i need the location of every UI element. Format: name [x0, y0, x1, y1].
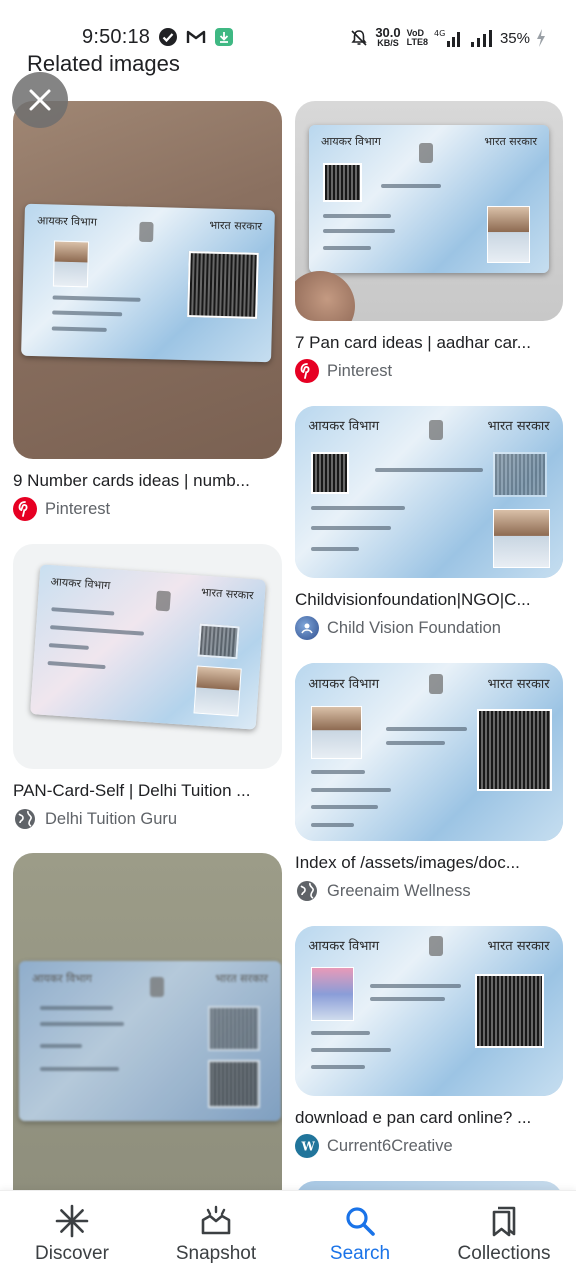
child-vision-logo-icon: [295, 616, 319, 640]
result-image[interactable]: आयकर विभाग भारत सरकार: [295, 406, 563, 578]
result-title[interactable]: download e pan card online? ...: [295, 1108, 563, 1128]
pan-card-image: आयकर विभाग भारत सरकार: [295, 663, 563, 841]
status-right: 30.0 KB/S VoD LTE8 4G 35%: [349, 25, 546, 48]
asterisk-icon: [55, 1203, 89, 1239]
volte-indicator: VoD LTE8: [407, 29, 428, 47]
pan-left-header: आयकर विभाग: [308, 419, 380, 435]
pan-card-image: आयकर विभाग भारत सरकार: [295, 406, 563, 578]
result-source[interactable]: Greenaim Wellness: [295, 879, 563, 903]
svg-text:4G: 4G: [434, 29, 445, 38]
nav-label: Collections: [457, 1243, 551, 1264]
nav-snapshot[interactable]: Snapshot: [146, 1203, 286, 1265]
pan-left-header: आयकर विभाग: [32, 971, 92, 985]
wordpress-icon: W: [295, 1134, 319, 1158]
source-name: Current6Creative: [327, 1136, 453, 1155]
result-title[interactable]: 7 Pan card ideas | aadhar car...: [295, 333, 563, 353]
result-source[interactable]: Pinterest: [13, 497, 282, 521]
bottom-nav: Discover Snapshot Search Collections: [0, 1190, 576, 1280]
pan-left-header: आयकर विभाग: [36, 214, 98, 229]
pan-card-image: आयकर विभाग भारत सरकार: [30, 564, 266, 730]
volte-bottom: LTE8: [406, 37, 428, 47]
result-card[interactable]: आयकर विभाग भारत सरकार Childvisionfoundat…: [295, 406, 563, 640]
result-card[interactable]: आयकर विभाग भारत सरकार PAN-Card-Self | De…: [13, 544, 282, 831]
result-title[interactable]: 9 Number cards ideas | numb...: [13, 471, 282, 491]
globe-icon: [13, 807, 37, 831]
globe-icon: [295, 879, 319, 903]
source-name: Delhi Tuition Guru: [45, 809, 178, 828]
signal-4g-icon: 4G: [434, 28, 464, 48]
network-speed: 30.0 KB/S: [375, 25, 401, 48]
pan-right-header: भारत सरकार: [215, 971, 268, 985]
speed-value: 30.0: [375, 25, 401, 40]
result-card[interactable]: आयकर विभाग भारत सरकार: [13, 853, 282, 1213]
pan-right-header: भारत सरकार: [487, 676, 550, 692]
result-source[interactable]: Delhi Tuition Guru: [13, 807, 282, 831]
pinterest-icon: [295, 359, 319, 383]
pan-right-header: भारत सरकार: [487, 419, 550, 435]
battery-level: 35%: [499, 29, 530, 47]
result-image[interactable]: आयकर विभाग भारत सरकार: [13, 853, 282, 1213]
nav-label: Discover: [35, 1243, 109, 1264]
bookmark-icon: [487, 1203, 521, 1239]
battery-charging-icon: [536, 28, 546, 48]
result-image[interactable]: आयकर विभाग भारत सरकार: [13, 544, 282, 769]
result-image[interactable]: आयकर विभाग भारत सरकार: [295, 101, 563, 321]
source-name: Greenaim Wellness: [327, 881, 471, 900]
nav-label: Snapshot: [175, 1243, 257, 1264]
result-source[interactable]: Pinterest: [295, 359, 563, 383]
nav-discover[interactable]: Discover: [2, 1203, 142, 1265]
signal-icon: [470, 28, 494, 48]
status-time: 9:50:18: [82, 25, 151, 48]
result-title[interactable]: PAN-Card-Self | Delhi Tuition ...: [13, 781, 282, 801]
result-card[interactable]: आयकर विभाग भारत सरकार 9 Number cards ide…: [13, 101, 282, 521]
download-app-icon: [214, 27, 234, 47]
result-source[interactable]: W Current6Creative: [295, 1134, 563, 1158]
pan-card-image: आयकर विभाग भारत सरकार: [21, 203, 275, 363]
result-image[interactable]: आयकर विभाग भारत सरकार: [295, 926, 563, 1096]
source-name: Child Vision Foundation: [327, 618, 501, 637]
gmail-icon: [186, 27, 206, 47]
pan-right-header: भारत सरकार: [209, 218, 263, 234]
result-image[interactable]: आयकर विभाग भारत सरकार: [13, 101, 282, 459]
status-left: 9:50:18: [82, 26, 234, 49]
close-icon: [29, 89, 51, 111]
source-name: Pinterest: [45, 499, 111, 518]
pinterest-icon: [13, 497, 37, 521]
nav-collections[interactable]: Collections: [434, 1203, 574, 1265]
speed-unit: KB/S: [377, 38, 399, 48]
result-card[interactable]: आयकर विभाग भारत सरकार 7 Pan card ideas |…: [295, 101, 563, 383]
result-title[interactable]: Index of /assets/images/doc...: [295, 853, 563, 873]
pan-card-image: आयकर विभाग भारत सरकार: [19, 961, 281, 1121]
result-title[interactable]: Childvisionfoundation|NGO|C...: [295, 590, 563, 610]
mute-bell-icon: [349, 28, 369, 48]
pan-left-header: आयकर विभाग: [50, 575, 111, 593]
result-source[interactable]: Child Vision Foundation: [295, 616, 563, 640]
result-image[interactable]: आयकर विभाग भारत सरकार: [295, 663, 563, 841]
close-button[interactable]: [12, 72, 68, 128]
snapshot-icon: [199, 1203, 233, 1239]
finger: [295, 271, 355, 321]
pan-left-header: आयकर विभाग: [308, 939, 380, 955]
svg-text:W: W: [301, 1140, 316, 1154]
pan-left-header: आयकर विभाग: [308, 676, 380, 692]
check-circle-icon: [158, 27, 178, 47]
search-icon: [343, 1203, 377, 1239]
pan-card-image: आयकर विभाग भारत सरकार: [309, 125, 549, 273]
pan-left-header: आयकर विभाग: [321, 134, 381, 148]
pan-right-header: भारत सरकार: [484, 134, 537, 148]
pan-right-header: भारत सरकार: [487, 939, 550, 955]
pan-right-header: भारत सरकार: [200, 585, 254, 603]
result-card[interactable]: आयकर विभाग भारत सरकार download e pan car…: [295, 926, 563, 1158]
pan-card-image: आयकर विभाग भारत सरकार: [295, 926, 563, 1096]
result-card[interactable]: आयकर विभाग भारत सरकार Index of /assets/i…: [295, 663, 563, 903]
source-name: Pinterest: [327, 361, 393, 380]
nav-label: Search: [329, 1243, 391, 1264]
nav-search[interactable]: Search: [290, 1203, 430, 1265]
